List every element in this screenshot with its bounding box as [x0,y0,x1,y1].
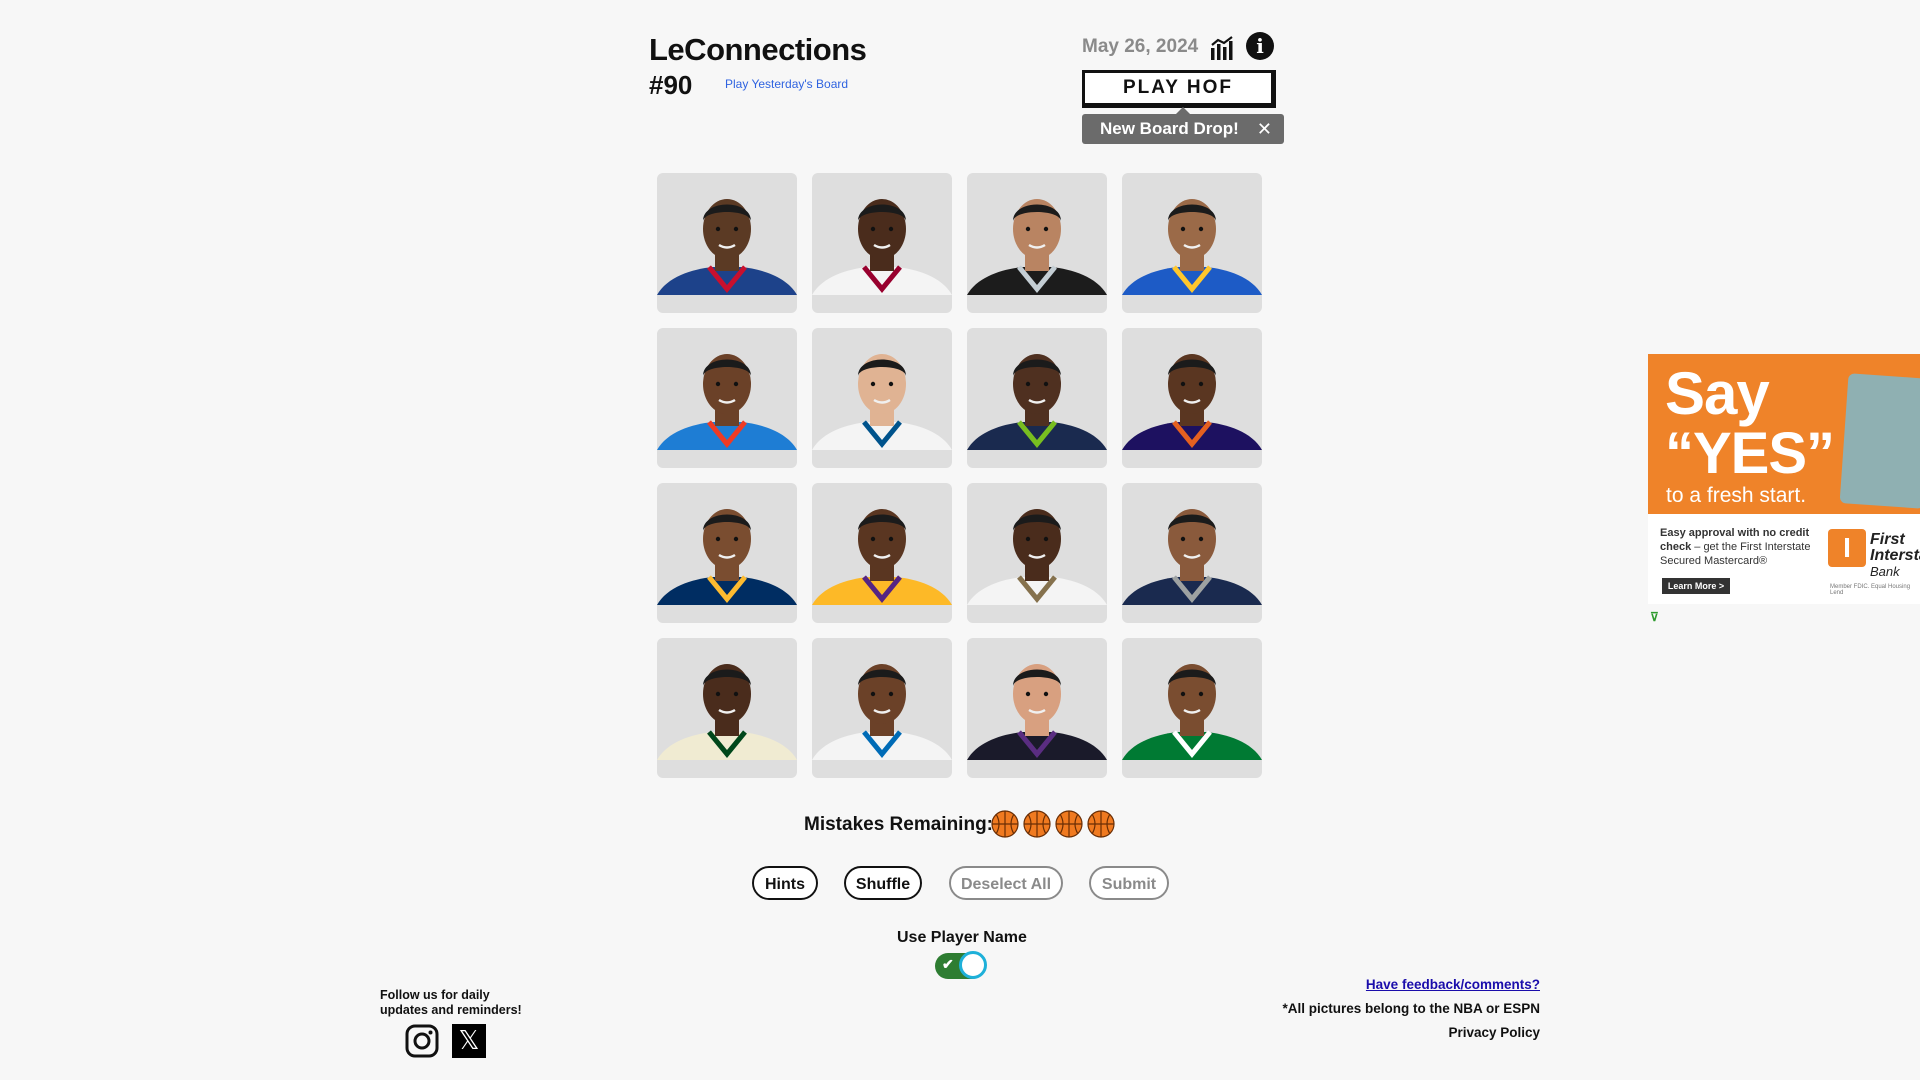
ad-brand-name: First Intersta Bank [1870,532,1920,580]
shuffle-button[interactable]: Shuffle [844,866,922,900]
player-headshot-icon [967,354,1107,450]
player-tile[interactable] [657,328,797,468]
player-tile[interactable] [967,483,1107,623]
player-tile[interactable] [812,328,952,468]
board-number: #90 [649,70,693,100]
ad-fresh-start-text: to a fresh start. [1666,484,1807,507]
check-icon: ✔ [942,956,954,972]
use-player-name-label: Use Player Name [897,929,1027,946]
bank-logo-icon: I [1828,529,1866,567]
pictures-note: *All pictures belong to the NBA or ESPN [1282,1001,1540,1016]
player-headshot-icon [812,354,952,450]
submit-button[interactable]: Submit [1089,866,1169,900]
player-tile[interactable] [812,483,952,623]
header: LeConnections #90 Play Yesterday's Board… [649,30,1284,150]
player-tile[interactable] [812,638,952,778]
advertisement-banner[interactable]: Say “YES” to a fresh start. Easy approva… [1648,354,1920,604]
board-date: May 26, 2024 [1082,36,1199,57]
instagram-icon[interactable] [404,1023,440,1059]
player-headshot-icon [967,509,1107,605]
privacy-policy-link[interactable]: Privacy Policy [1448,1025,1540,1040]
player-tile[interactable] [1122,173,1262,313]
follow-line-2: updates and reminders! [380,1003,522,1017]
ad-body-text: Easy approval with no credit check – get… [1660,526,1840,568]
player-tile[interactable] [1122,638,1262,778]
basketball-icon [1055,810,1083,838]
ad-fine-print: Member FDIC. Equal Housing Lend [1830,584,1911,596]
tooltip-text: New Board Drop! [1100,119,1239,138]
player-tile[interactable] [812,173,952,313]
ad-brand-line-2: Intersta [1870,547,1920,564]
play-hof-button[interactable]: PLAY HOF [1082,70,1276,108]
player-headshot-icon [812,664,952,760]
play-yesterday-link[interactable]: Play Yesterday's Board [725,77,848,91]
toggle-knob [959,951,987,979]
player-tile[interactable] [967,173,1107,313]
player-tile[interactable] [1122,483,1262,623]
player-tile[interactable] [657,638,797,778]
player-grid [657,173,1265,779]
player-headshot-icon [657,509,797,605]
use-player-name-toggle[interactable]: ✔ [935,951,987,979]
player-headshot-icon [812,509,952,605]
player-tile[interactable] [1122,328,1262,468]
player-tile[interactable] [657,483,797,623]
close-icon[interactable]: ✕ [1257,114,1272,144]
ad-brand-line-3: Bank [1870,564,1900,579]
stats-icon[interactable] [1209,34,1237,62]
ad-hero: Say “YES” to a fresh start. [1648,354,1920,514]
new-board-tooltip: New Board Drop! ✕ [1082,107,1284,144]
basketball-icon [1087,810,1115,838]
ad-choices-icon[interactable]: ⊽ [1650,610,1659,624]
player-headshot-icon [657,354,797,450]
player-headshot-icon [967,199,1107,295]
mistakes-remaining: Mistakes Remaining: [804,810,1124,846]
ad-say-text: Say [1665,360,1770,427]
player-headshot-icon [1122,664,1262,760]
player-headshot-icon [657,199,797,295]
player-headshot-icon [967,664,1107,760]
basketball-icon [1023,810,1051,838]
follow-us-text: Follow us for daily updates and reminder… [380,988,540,1018]
player-headshot-icon [812,199,952,295]
player-tile[interactable] [657,173,797,313]
ad-yes-text: “YES” [1665,421,1835,486]
player-headshot-icon [657,664,797,760]
ad-brand-line-1: First [1870,531,1905,548]
player-headshot-icon [1122,354,1262,450]
player-headshot-icon [1122,199,1262,295]
ad-learn-more-button[interactable]: Learn More > [1662,578,1730,594]
deselect-all-button[interactable]: Deselect All [949,866,1063,900]
app-title: LeConnections [649,32,867,67]
hints-button[interactable]: Hints [752,866,818,900]
basketball-icon [991,810,1019,838]
x-logo-icon[interactable]: 𝕏 [452,1024,486,1058]
info-icon[interactable]: i [1246,32,1274,60]
feedback-link[interactable]: Have feedback/comments? [1366,977,1540,992]
player-headshot-icon [1122,509,1262,605]
player-tile[interactable] [967,638,1107,778]
player-tile[interactable] [967,328,1107,468]
credit-card-image [1839,373,1920,509]
mistakes-label: Mistakes Remaining: [804,814,993,835]
follow-line-1: Follow us for daily [380,988,490,1002]
